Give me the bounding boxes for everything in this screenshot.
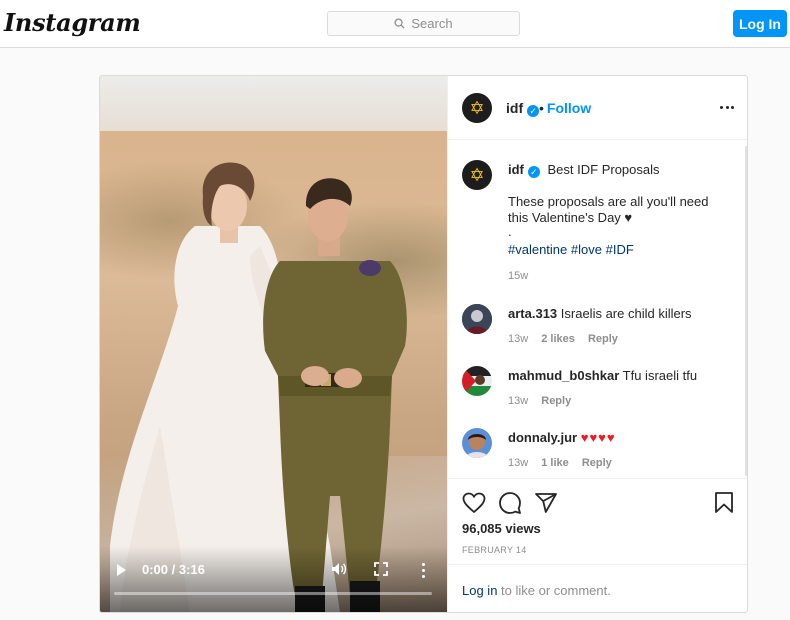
caption-title: Best IDF Proposals [547, 162, 660, 177]
comment-row: arta.313 Israelis are child killers [508, 306, 692, 321]
comment-hearts: ♥♥♥♥ [580, 430, 616, 445]
caption-line-1: These proposals are all you'll need [508, 194, 709, 209]
search-box[interactable]: Search [327, 11, 520, 36]
caption-age[interactable]: 15w [508, 270, 528, 282]
volume-icon[interactable] [331, 561, 347, 577]
verified-badge-icon: ✓ [527, 105, 540, 117]
comment-likes[interactable]: 2 likes [541, 333, 575, 345]
comment-reply-button[interactable]: Reply [541, 395, 571, 407]
caption-hashtags: #valentine #love #IDF [508, 242, 634, 257]
heart-icon[interactable] [462, 491, 486, 515]
search-icon [394, 18, 405, 29]
post-card: 0:00 / 3:16 ✡ idf ✓ • Follow ✡ idf ✓ Best I… [99, 75, 748, 613]
comment-icon[interactable] [498, 491, 522, 515]
comment-meta: 13w Reply [508, 395, 581, 407]
post-side-panel: ✡ idf ✓ • Follow ✡ idf ✓ Best IDF Proposals… [447, 76, 747, 612]
fullscreen-icon[interactable] [374, 562, 388, 576]
star-of-david-icon: ✡ [469, 98, 485, 118]
comment-age[interactable]: 13w [508, 333, 528, 345]
caption-avatar[interactable]: ✡ [462, 160, 492, 190]
caption-username[interactable]: idf [508, 162, 524, 177]
post-actions: 96,085 views FEBRUARY 14 [448, 478, 747, 564]
post-video[interactable]: 0:00 / 3:16 [100, 76, 447, 612]
hashtag-link[interactable]: #love [571, 242, 602, 257]
video-progress-bar[interactable] [114, 592, 432, 595]
comment-age[interactable]: 13w [508, 395, 528, 407]
post-date[interactable]: FEBRUARY 14 [462, 545, 527, 555]
share-icon[interactable] [534, 491, 558, 515]
comment-reply-button[interactable]: Reply [588, 333, 618, 345]
verified-badge-icon: ✓ [527, 166, 540, 178]
comments-scrollbar[interactable] [745, 146, 747, 476]
comment-row: donnaly.jur ♥♥♥♥ [508, 430, 616, 445]
log-in-button[interactable]: Log In [733, 10, 787, 37]
video-frame-couple [110, 162, 407, 612]
comment-age[interactable]: 13w [508, 457, 528, 469]
top-navigation-bar: Instagram Search Log In [0, 0, 790, 48]
login-prompt-text: to like or comment. [497, 583, 611, 598]
view-count[interactable]: 96,085 views [462, 521, 541, 536]
login-prompt: Log in to like or comment. [462, 583, 611, 598]
caption-line-3: . [508, 224, 512, 239]
bookmark-icon[interactable] [712, 491, 736, 515]
comment-username[interactable]: arta.313 [508, 306, 557, 321]
comment-avatar[interactable] [462, 366, 492, 396]
comment-meta: 13w 2 likes Reply [508, 333, 628, 345]
star-of-david-icon: ✡ [469, 165, 485, 185]
comment-avatar[interactable] [462, 304, 492, 334]
follow-separator: • [539, 100, 544, 116]
comment-reply-button[interactable]: Reply [582, 457, 612, 469]
comment-likes[interactable]: 1 like [541, 457, 569, 469]
follow-button[interactable]: • Follow [539, 100, 591, 116]
log-in-link[interactable]: Log in [462, 583, 497, 598]
comment-text: Israelis are child killers [560, 306, 692, 321]
caption-header: idf ✓ Best IDF Proposals [508, 162, 660, 178]
post-header: ✡ idf ✓ • Follow [448, 76, 747, 140]
search-placeholder: Search [411, 16, 453, 31]
comment-text: Tfu israeli tfu [622, 368, 698, 383]
more-horizontal-icon[interactable] [720, 106, 734, 110]
video-more-options-icon[interactable] [420, 561, 426, 579]
hashtag-link[interactable]: #IDF [606, 242, 634, 257]
caption-line-2: this Valentine's Day ♥ [508, 210, 633, 225]
comment-row: mahmud_b0shkar Tfu israeli tfu [508, 368, 697, 383]
video-control-bar: 0:00 / 3:16 [100, 560, 447, 580]
play-icon[interactable] [117, 564, 126, 576]
comment-meta: 13w 1 like Reply [508, 457, 622, 469]
instagram-logo[interactable]: Instagram [4, 8, 141, 37]
comment-avatar[interactable] [462, 428, 492, 458]
hashtag-link[interactable]: #valentine [508, 242, 567, 257]
comment-username[interactable]: mahmud_b0shkar [508, 368, 619, 383]
comments-section: ✡ idf ✓ Best IDF Proposals These proposal… [448, 140, 747, 478]
comment-username[interactable]: donnaly.jur [508, 430, 577, 445]
video-time: 0:00 / 3:16 [142, 562, 205, 577]
post-author-username[interactable]: idf ✓ [506, 100, 540, 117]
login-to-comment-bar: Log in to like or comment. [448, 564, 747, 612]
idf-avatar[interactable]: ✡ [462, 93, 492, 123]
caption-meta: 15w [508, 270, 538, 282]
